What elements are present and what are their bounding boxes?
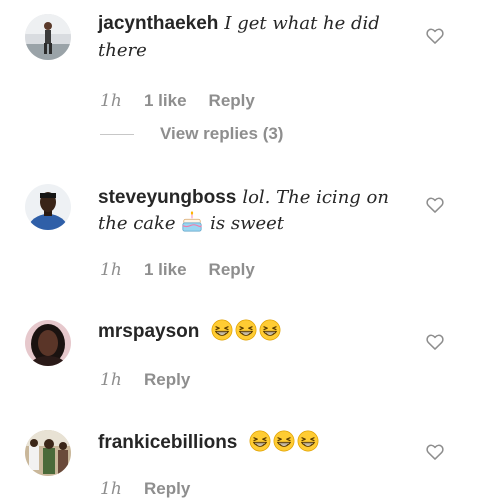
comment-time: 1h: [100, 91, 122, 111]
avatar-photo: [25, 184, 71, 230]
reply-button[interactable]: Reply: [209, 260, 255, 279]
heart-outline-icon[interactable]: [425, 332, 445, 352]
grinning-squinting-face-emoji-icon: [211, 319, 233, 341]
grinning-squinting-face-emoji-icon: [235, 319, 257, 341]
avatar-photo: [25, 430, 71, 476]
birthday-cake-emoji-icon: [182, 211, 202, 232]
avatar[interactable]: [25, 184, 71, 230]
comment-meta: 1h Reply: [100, 369, 190, 391]
reply-button[interactable]: Reply: [144, 370, 190, 389]
reply-button[interactable]: Reply: [209, 91, 255, 110]
grinning-squinting-face-emoji-icon: [273, 430, 295, 452]
comment-meta: 1h 1 like Reply: [100, 259, 255, 281]
comment-body: I get what he did: [224, 13, 380, 34]
comment-time: 1h: [100, 260, 122, 280]
comment-time: 1h: [100, 479, 122, 499]
avatar-photo: [25, 320, 71, 366]
comment-text: mrspayson: [98, 318, 418, 345]
avatar[interactable]: [25, 320, 71, 366]
avatar[interactable]: [25, 430, 71, 476]
grinning-squinting-face-emoji-icon: [297, 430, 319, 452]
grinning-squinting-face-emoji-icon: [249, 430, 271, 452]
divider-line: [100, 134, 134, 136]
comment-text: steveyungboss lol. The icing on: [98, 184, 418, 211]
likes-count[interactable]: 1 like: [144, 259, 187, 281]
comment-username[interactable]: mrspayson: [98, 321, 199, 342]
grinning-squinting-face-emoji-icon: [259, 319, 281, 341]
comment-username[interactable]: frankicebillions: [98, 432, 237, 453]
comment-text: jacynthaekeh I get what he did: [98, 10, 418, 37]
heart-outline-icon[interactable]: [425, 442, 445, 462]
avatar[interactable]: [25, 14, 71, 60]
comment-time: 1h: [100, 370, 122, 390]
comment-username[interactable]: steveyungboss: [98, 187, 236, 208]
likes-count[interactable]: 1 like: [144, 90, 187, 112]
view-replies-button[interactable]: View replies (3): [100, 124, 283, 146]
heart-outline-icon[interactable]: [425, 195, 445, 215]
comment-username[interactable]: jacynthaekeh: [98, 13, 218, 34]
avatar-photo: [25, 14, 71, 60]
view-replies-label: View replies (3): [160, 124, 284, 143]
comment-meta: 1h Reply: [100, 478, 190, 500]
comment-body: lol. The icing on: [242, 187, 389, 208]
comment-text-continued: the cake is sweet: [98, 211, 285, 234]
comment-text-continued: there: [98, 40, 147, 61]
comment-meta: 1h 1 like Reply: [100, 90, 255, 112]
heart-outline-icon[interactable]: [425, 26, 445, 46]
comment-text: frankicebillions: [98, 429, 418, 456]
reply-button[interactable]: Reply: [144, 479, 190, 498]
